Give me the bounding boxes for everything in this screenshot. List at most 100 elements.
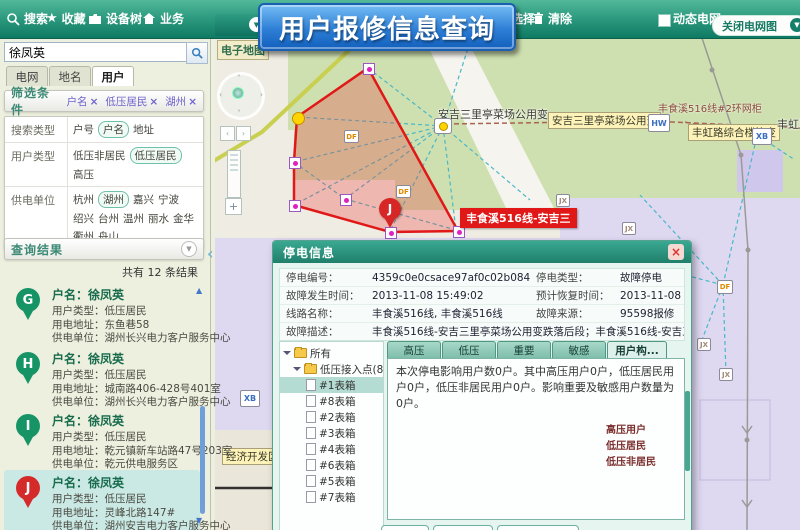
chip-close-icon[interactable]: × [90, 96, 99, 108]
tab-high-voltage[interactable]: 高压 [387, 341, 441, 359]
filter-option[interactable]: 绍兴 [73, 211, 94, 226]
polygon-vertex-marker[interactable] [289, 157, 301, 169]
tab-user-composition[interactable]: 用户构... [607, 341, 667, 359]
filter-option[interactable]: 高压 [73, 167, 94, 182]
list-scroll-up-icon[interactable]: ▲ [196, 286, 202, 295]
zoom-slider[interactable] [227, 150, 241, 198]
filter-option[interactable]: 丽水 [148, 211, 169, 226]
pan-right-icon[interactable]: › [260, 90, 263, 99]
field-label: 停电编号： [280, 270, 372, 285]
outage-line-callout[interactable]: 丰食溪516线-安吉三 [460, 208, 577, 228]
filter-chip[interactable]: 湖州× [165, 94, 197, 109]
tree-node-meterbox[interactable]: #1表箱 [280, 377, 383, 393]
df-device-icon[interactable]: DF [717, 280, 733, 294]
dialog-bottom-button[interactable] [433, 525, 493, 530]
pan-up-icon[interactable]: ˄ [237, 74, 241, 83]
map-result-pin-j[interactable]: J [379, 198, 401, 220]
dynamic-grid-checkbox[interactable] [658, 14, 671, 27]
dialog-bottom-button[interactable] [497, 525, 579, 530]
chip-close-icon[interactable]: × [149, 96, 158, 108]
list-scroll-down-icon[interactable]: ▼ [196, 516, 202, 525]
toolbar-device-tree[interactable]: 设备树 [88, 10, 142, 27]
tab-user[interactable]: 用户 [92, 66, 134, 86]
result-item[interactable]: H 户名：徐凤英 用户类型：低压居民 用电地址：城南路406-428号401室 … [4, 346, 200, 408]
yellow-vertex-marker[interactable] [292, 112, 305, 125]
filter-option[interactable]: 户号 [73, 122, 94, 137]
result-item-selected[interactable]: J 户名：徐凤英 用户类型：低压居民 用电地址：灵峰北路147# 供电单位：湖州… [4, 470, 200, 530]
sidebar-collapse-handle[interactable]: ‹ [207, 244, 214, 263]
polygon-vertex-marker[interactable] [363, 63, 375, 75]
xb-station-icon[interactable]: XB [240, 390, 260, 407]
polygon-vertex-marker[interactable] [340, 194, 352, 206]
tree-node-meterbox[interactable]: #5表箱 [280, 473, 383, 489]
history-back-button[interactable]: ‹ [220, 126, 235, 141]
results-header[interactable]: 查询结果 ▼ [4, 238, 204, 260]
polygon-vertex-marker[interactable] [289, 200, 301, 212]
filter-option[interactable]: 嘉兴 [133, 192, 154, 207]
tab-low-voltage[interactable]: 低压 [442, 341, 496, 359]
jx-device-icon[interactable]: JX [622, 222, 636, 235]
list-scrollbar[interactable] [200, 406, 205, 514]
filter-chip[interactable]: 低压居民× [105, 94, 158, 109]
filter-option[interactable]: 杭州 [73, 192, 94, 207]
jx-device-icon[interactable]: JX [697, 338, 711, 351]
history-forward-button[interactable]: › [236, 126, 251, 141]
filter-option-selected[interactable]: 湖州 [98, 191, 129, 208]
dialog-titlebar[interactable]: 停电信息 [273, 241, 691, 263]
dialog-scrollbar[interactable] [685, 391, 690, 471]
toolbar-business[interactable]: 业务 [142, 10, 184, 27]
filter-option-selected[interactable]: 户名 [98, 121, 129, 138]
result-item[interactable]: G 户名：徐凤英 用户类型：低压居民 用电地址：东鱼巷58 供电单位：湖州长兴电… [4, 282, 200, 344]
dialog-close-button[interactable]: × [668, 244, 684, 260]
filter-option[interactable]: 温州 [123, 211, 144, 226]
filter-row-label: 用户类型 [5, 143, 68, 186]
df-device-icon[interactable]: DF [344, 130, 359, 143]
filter-option-selected[interactable]: 低压居民 [130, 147, 182, 164]
close-grid-label: 关闭电网图 [722, 18, 777, 34]
filter-option[interactable]: 台州 [98, 211, 119, 226]
tree-node-root[interactable]: 所有 [280, 345, 383, 361]
chip-close-icon[interactable]: × [188, 96, 197, 108]
filter-option[interactable]: 低压非居民 [73, 148, 126, 163]
pan-left-icon[interactable]: ‹ [219, 90, 222, 99]
close-grid-button[interactable]: 关闭电网图 ▼ [712, 15, 800, 36]
tree-node-meterbox[interactable]: #2表箱 [280, 409, 383, 425]
zoom-in-button[interactable]: + [225, 198, 242, 215]
search-icon [191, 47, 203, 59]
toolbar-favorites[interactable]: ★ 收藏 [46, 10, 86, 27]
tab-important[interactable]: 重要 [497, 341, 551, 359]
filter-chip[interactable]: 户名× [67, 94, 99, 109]
map-label-market-boxed[interactable]: 安吉三里亭菜场公用变 [548, 112, 661, 129]
dialog-bottom-button[interactable] [381, 525, 429, 530]
toolbar-clear[interactable]: 清除 [533, 10, 572, 27]
hw-station-icon[interactable]: HW [648, 114, 670, 132]
filter-option[interactable]: 金华 [173, 211, 194, 226]
tree-node-meterbox[interactable]: #6表箱 [280, 457, 383, 473]
substation-icon[interactable] [434, 118, 452, 134]
result-item[interactable]: I 户名：徐凤英 用户类型：低压居民 用电地址：乾元镇新车站路47号203室 供… [4, 408, 200, 468]
filter-header[interactable]: 筛选条件 户名× 低压居民× 湖州× [4, 90, 204, 112]
collapse-results-icon[interactable]: ▼ [181, 241, 197, 257]
filter-option[interactable]: 宁波 [158, 192, 179, 207]
tree-node-meterbox[interactable]: #4表箱 [280, 441, 383, 457]
jx-device-icon[interactable]: JX [556, 194, 570, 207]
tree-node-group[interactable]: 低压接入点(8) [280, 361, 383, 377]
df-device-icon[interactable]: DF [396, 185, 411, 198]
search-input[interactable] [4, 42, 190, 62]
tree-node-meterbox[interactable]: #8表箱 [280, 393, 383, 409]
tab-sensitive[interactable]: 敏感 [552, 341, 606, 359]
outage-id-value: 4359c0e0csace97af0c02b084a76 [372, 272, 530, 284]
toolbar-search[interactable]: 搜索 [6, 10, 48, 27]
xb-station-icon[interactable]: XB [752, 128, 772, 145]
map-pan-control[interactable]: ˄ ‹ › ˅ [217, 72, 265, 120]
tree-expander-icon[interactable] [283, 351, 291, 359]
filter-option[interactable]: 地址 [133, 122, 154, 137]
tree-expander-icon[interactable] [293, 367, 301, 375]
tree-node-meterbox[interactable]: #7表箱 [280, 489, 383, 505]
tab-place[interactable]: 地名 [49, 66, 91, 86]
pan-down-icon[interactable]: ˅ [237, 109, 241, 118]
jx-device-icon[interactable]: JX [719, 368, 733, 381]
tree-node-meterbox[interactable]: #3表箱 [280, 425, 383, 441]
search-go-button[interactable] [186, 42, 208, 64]
tab-grid[interactable]: 电网 [6, 66, 48, 86]
